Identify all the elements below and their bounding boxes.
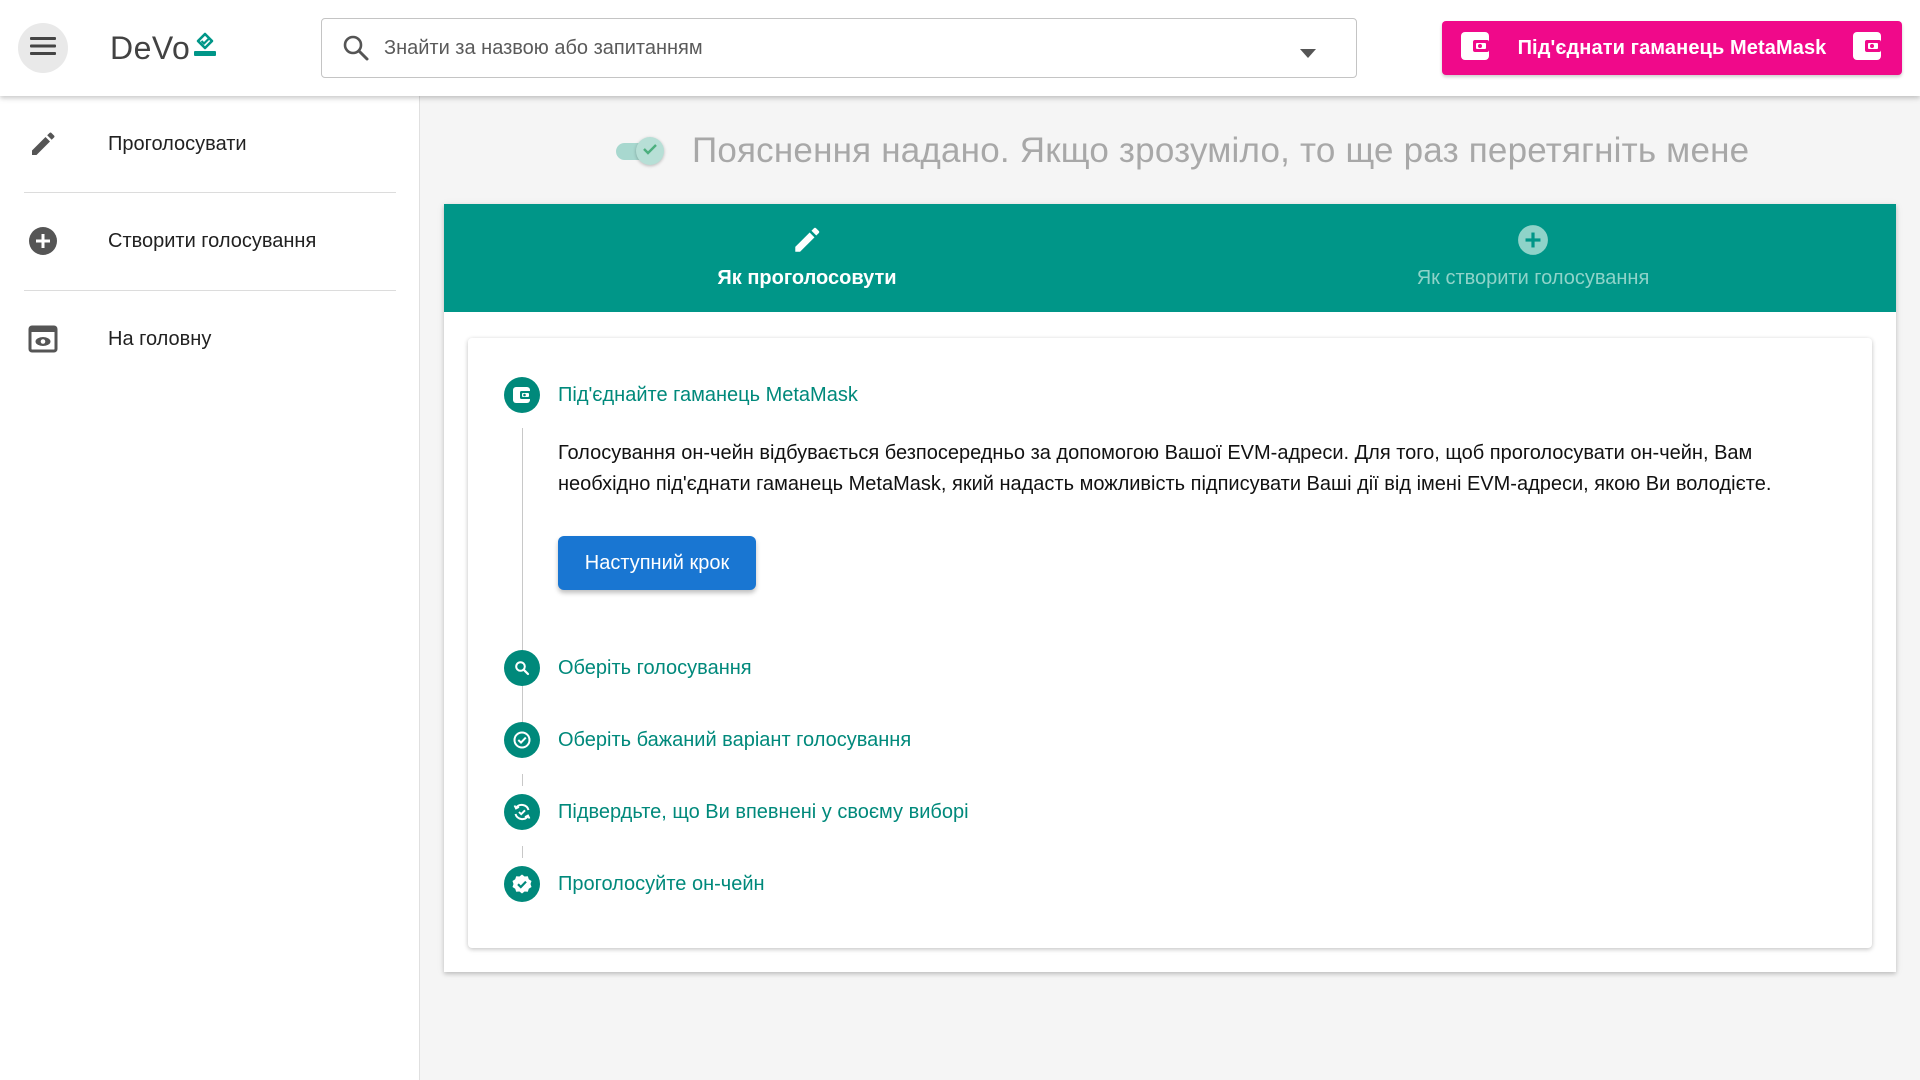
app-bar: DeVo Пі: [0, 0, 1920, 96]
logo-text: DeVo: [110, 29, 191, 66]
step-connector: [522, 846, 523, 858]
step-title: Оберіть бажаний варіант голосування: [558, 728, 912, 751]
tab-label: Як проголосовути: [717, 267, 897, 289]
sidebar-item-label: Проголосувати: [108, 132, 247, 155]
app-logo[interactable]: DeVo: [110, 26, 218, 70]
tab-how-to-create-poll[interactable]: Як створити голосування: [1170, 204, 1896, 312]
sidebar-item-create-poll[interactable]: Створити голосування: [0, 193, 420, 289]
home-preview-icon: [22, 325, 64, 353]
tutorial-panel: Як проголосовути Як створити голосування: [444, 204, 1896, 972]
ballot-logo-icon: [190, 30, 218, 67]
check-icon: [642, 142, 658, 161]
check-circle-icon: [504, 722, 540, 758]
sidebar-item-vote[interactable]: Проголосувати: [0, 96, 420, 192]
step-title: Проголосуйте он-чейн: [558, 872, 765, 895]
pencil-icon: [22, 129, 64, 159]
connect-metamask-label: Під'єднати гаманець MetaMask: [1517, 36, 1827, 59]
stepper-card: Під'єднайте гаманець MetaMask Голосуванн…: [468, 338, 1872, 948]
search-icon: [342, 34, 370, 62]
sidebar-item-label: Створити голосування: [108, 229, 317, 252]
next-step-button[interactable]: Наступний крок: [558, 536, 756, 590]
toggle-thumb: [636, 137, 664, 165]
wallet-icon: [1852, 31, 1884, 66]
wallet-icon: [1460, 31, 1492, 66]
verified-badge-icon: [504, 866, 540, 902]
search-icon: [504, 650, 540, 686]
search-input[interactable]: [384, 36, 1284, 60]
step-title: Підвердьте, що Ви впевнені у своєму вибо…: [558, 800, 969, 823]
menu-button[interactable]: [18, 23, 68, 73]
step-vote-onchain[interactable]: Проголосуйте он-чейн: [504, 866, 765, 902]
draggable-hint[interactable]: Пояснення надано. Якщо зрозуміло, то ще …: [612, 128, 1749, 174]
wallet-icon: [504, 377, 540, 413]
step-description: Голосування он-чейн відбувається безпосе…: [558, 442, 1772, 495]
tab-bar: Як проголосовути Як створити голосування: [444, 204, 1896, 312]
sidebar-item-home[interactable]: На головну: [0, 291, 420, 387]
step-connect-metamask[interactable]: Під'єднайте гаманець MetaMask: [504, 377, 858, 413]
hint-toggle[interactable]: [612, 134, 666, 168]
add-circle-icon: [1517, 224, 1549, 261]
step-connector: [522, 774, 523, 786]
hint-text: Пояснення надано. Якщо зрозуміло, то ще …: [692, 131, 1750, 170]
hamburger-icon: [29, 35, 57, 62]
tab-how-to-vote[interactable]: Як проголосовути: [444, 204, 1170, 312]
step-title: Під'єднайте гаманець MetaMask: [558, 383, 858, 406]
step-title: Оберіть голосування: [558, 656, 752, 679]
step-choose-poll[interactable]: Оберіть голосування: [504, 650, 752, 686]
step-choose-option[interactable]: Оберіть бажаний варіант голосування: [504, 722, 911, 758]
sidebar: Проголосувати Створити голосування На го…: [0, 96, 420, 1080]
connect-metamask-button[interactable]: Під'єднати гаманець MetaMask: [1442, 21, 1902, 75]
add-circle-icon: [22, 226, 64, 256]
pencil-icon: [791, 224, 823, 261]
tab-label: Як створити голосування: [1416, 267, 1650, 289]
step-confirm-choice[interactable]: Підвердьте, що Ви впевнені у своєму вибо…: [504, 794, 969, 830]
search-bar[interactable]: [321, 18, 1357, 78]
dropdown-arrow-icon[interactable]: [1300, 45, 1316, 63]
sidebar-item-label: На головну: [108, 327, 212, 350]
refresh-check-icon: [504, 794, 540, 830]
step-connector: [522, 702, 523, 714]
